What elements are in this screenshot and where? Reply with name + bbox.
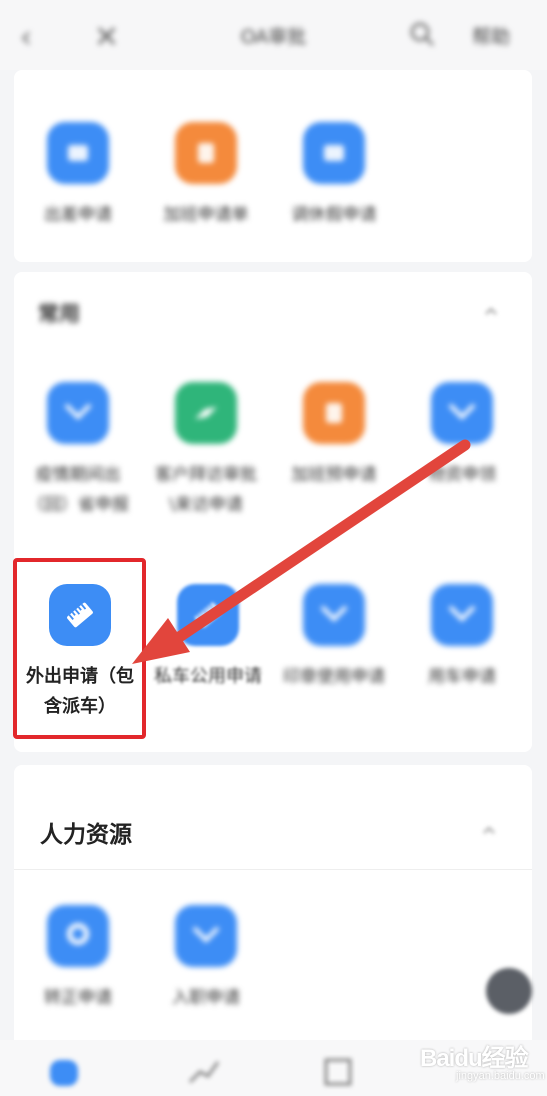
pointer-arrow: [132, 439, 471, 664]
watermark-logo-text: Baidu经验: [420, 1045, 529, 1072]
grid-icon[interactable]: [318, 1052, 358, 1092]
stats-icon[interactable]: [184, 1052, 224, 1092]
watermark-url: jingyan.baidu.com: [456, 1070, 545, 1082]
watermark: Baidu经验 jingyan.baidu.com: [420, 1030, 545, 1090]
home-icon[interactable]: [44, 1052, 84, 1092]
floating-assistant-button[interactable]: [486, 968, 532, 1014]
